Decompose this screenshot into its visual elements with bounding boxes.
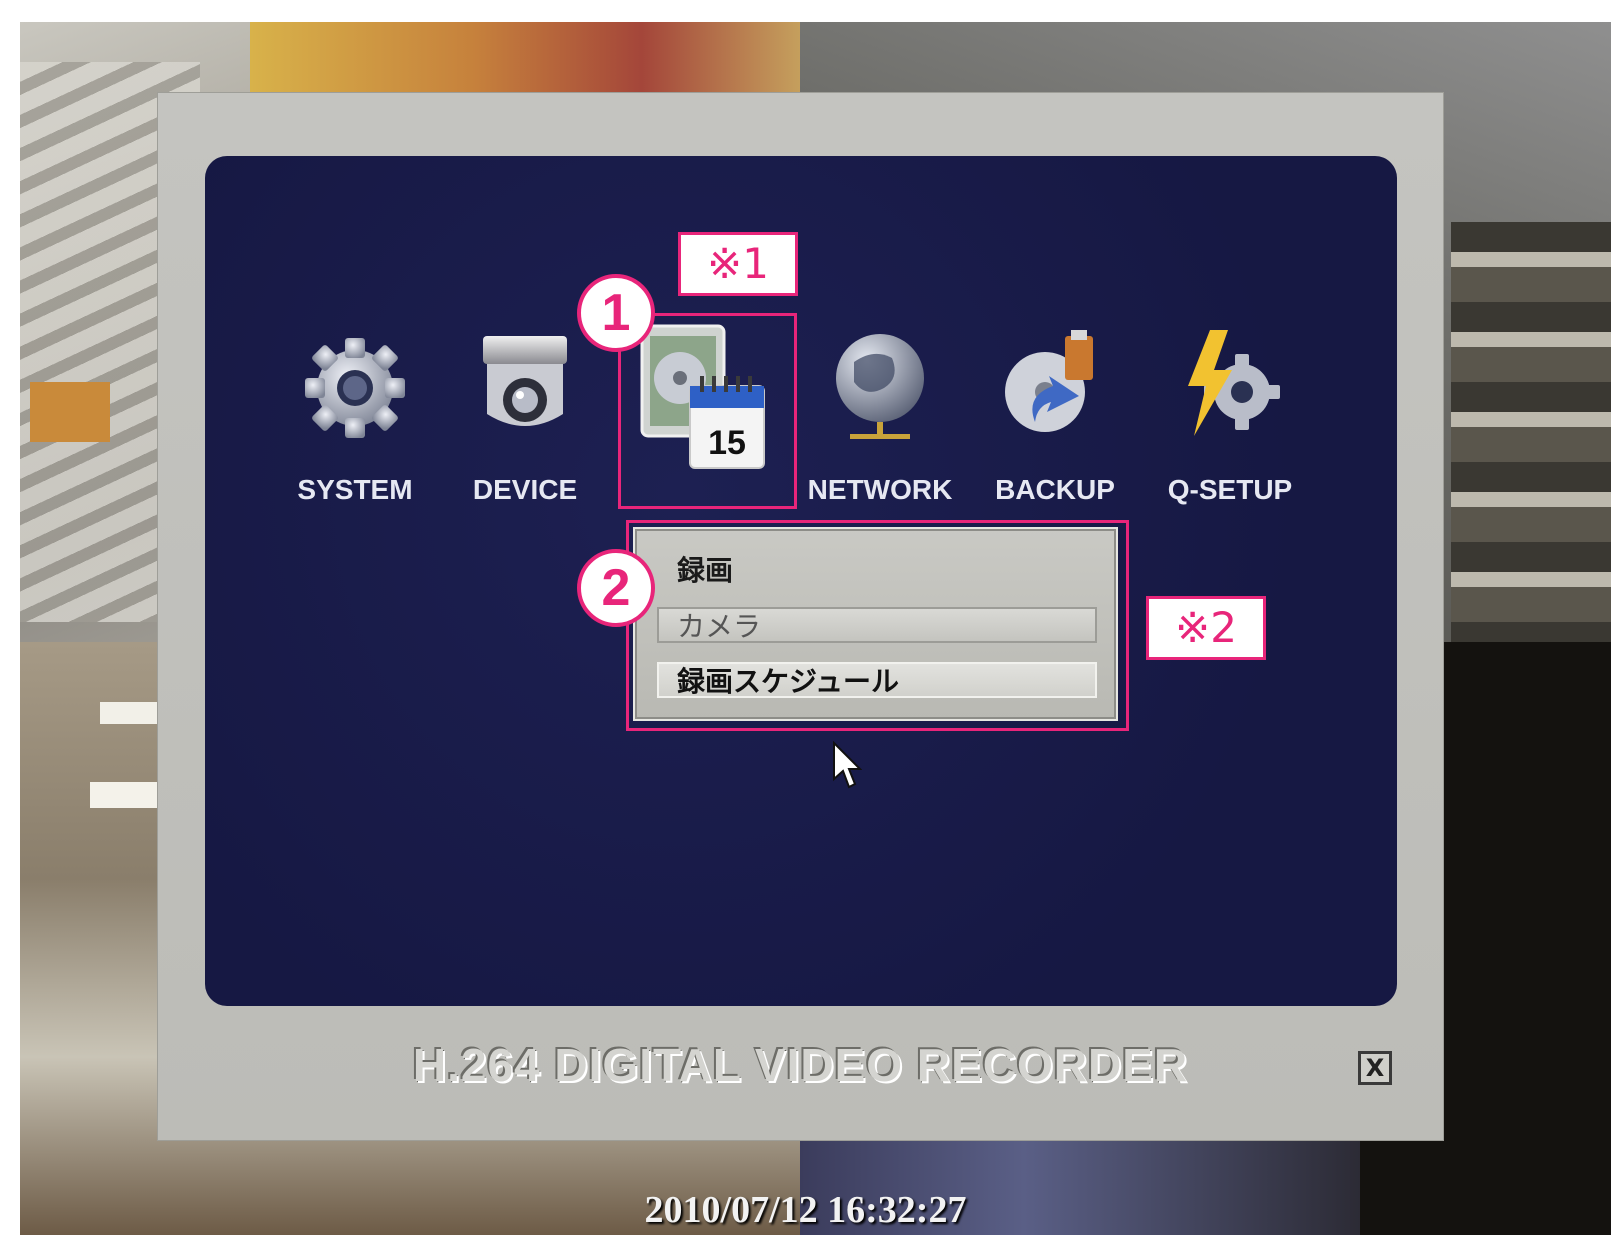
menu-item-system[interactable]: SYSTEM: [280, 326, 430, 516]
note-tag-1: ※1: [678, 232, 798, 296]
mouse-cursor-icon: [833, 741, 862, 789]
step-badge-2: 2: [577, 549, 655, 627]
menu-item-label: DEVICE: [472, 474, 578, 505]
menu-panel: SYSTEM DEVICE 15 NETWORK BACKUP Q-SETUP …: [205, 156, 1397, 1006]
note-tag-2: ※2: [1146, 596, 1266, 660]
close-button[interactable]: X: [1358, 1051, 1392, 1085]
menu-item-label: Q-SETUP: [1167, 474, 1293, 505]
menu-item-device[interactable]: DEVICE: [450, 326, 600, 516]
globe-icon: [820, 326, 940, 446]
menu-item-label: SYSTEM: [297, 474, 413, 505]
highlight-box-submenu: [626, 520, 1129, 731]
timestamp-overlay: 2010/07/12 16:32:27: [644, 1189, 967, 1231]
step-badge-1: 1: [577, 274, 655, 352]
backup-disc-icon: [995, 326, 1115, 446]
main-menu-dialog: SYSTEM DEVICE 15 NETWORK BACKUP Q-SETUP …: [157, 92, 1444, 1141]
menu-item-label: NETWORK: [807, 474, 953, 505]
camera-icon: [465, 326, 585, 446]
gear-icon: [295, 326, 415, 446]
menu-item-qsetup[interactable]: Q-SETUP: [1155, 326, 1305, 516]
menu-item-network[interactable]: NETWORK: [805, 326, 955, 516]
device-brand-title: H.264 DIGITAL VIDEO RECORDER: [412, 1039, 1189, 1091]
menu-item-label: BACKUP: [995, 474, 1115, 505]
menu-item-backup[interactable]: BACKUP: [980, 326, 1130, 516]
quick-setup-icon: [1170, 326, 1290, 446]
highlight-box-record: [618, 313, 797, 509]
